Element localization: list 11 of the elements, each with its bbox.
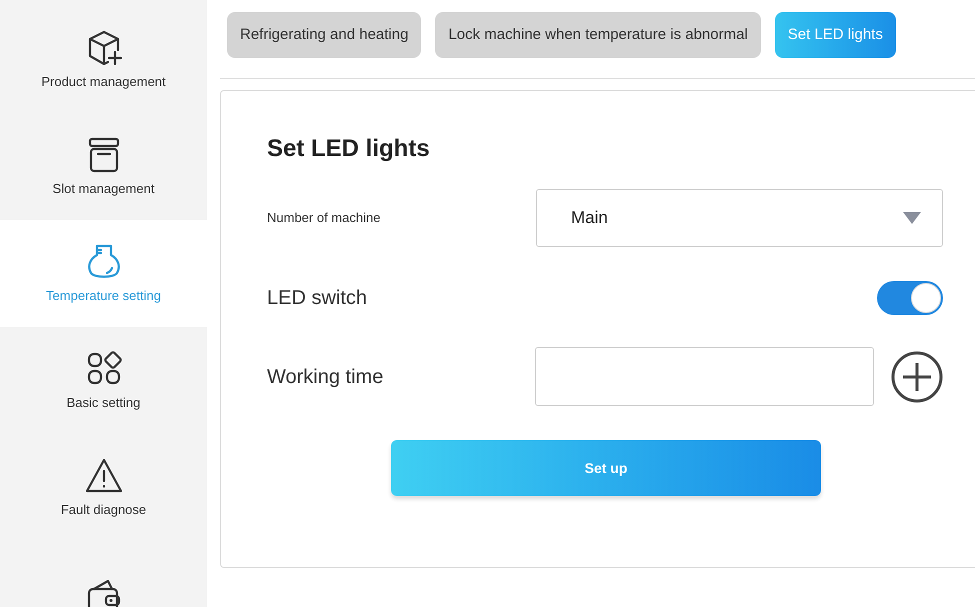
panel-title: Set LED lights: [267, 134, 431, 164]
tab[interactable]: Refrigerating and heating: [227, 12, 422, 58]
field-label: Working time: [267, 364, 384, 390]
field-label: Number of machine: [267, 209, 380, 228]
tab[interactable]: Lock machine when temperature is abnormal: [435, 12, 761, 58]
led-toggle[interactable]: [877, 281, 943, 315]
working-time-field[interactable]: [535, 347, 874, 406]
add-icon[interactable]: [891, 350, 943, 402]
machine-dropdown[interactable]: Main: [536, 189, 943, 247]
field-label: LED switch: [267, 286, 368, 311]
dropdown-arrow-icon: [902, 211, 922, 225]
